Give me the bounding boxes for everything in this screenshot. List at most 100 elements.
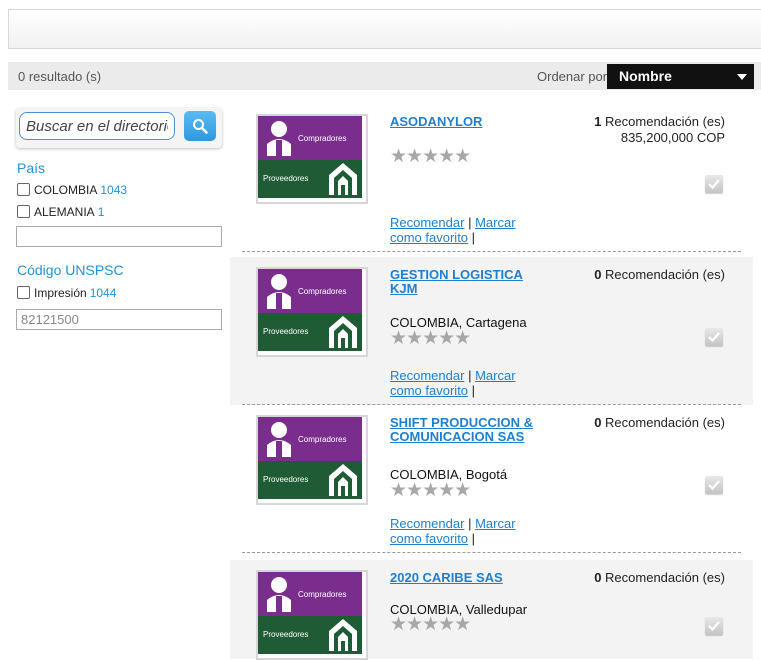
facet-option-label: COLOMBIA bbox=[34, 183, 98, 197]
checkmark-icon bbox=[708, 480, 720, 491]
person-icon bbox=[267, 422, 291, 457]
checkbox[interactable] bbox=[17, 286, 30, 299]
checkbox[interactable] bbox=[17, 183, 30, 196]
house-icon bbox=[329, 464, 357, 496]
logo-suppliers-label: Proveedores bbox=[263, 327, 309, 336]
facet-option-label: ALEMANIA bbox=[34, 205, 95, 219]
company-logo: Compradores Proveedores bbox=[256, 114, 368, 204]
facet-unspsc-title: Código UNSPSC bbox=[17, 262, 124, 278]
recommendation-number: 0 bbox=[594, 570, 602, 585]
logo-buyers-label: Compradores bbox=[298, 435, 347, 444]
logo-suppliers-band: Proveedores bbox=[258, 616, 362, 654]
logo-buyers-band: Compradores bbox=[258, 116, 362, 160]
select-checkbox[interactable] bbox=[705, 175, 723, 193]
recommendation-label: Recomendación (es) bbox=[605, 114, 725, 129]
supplier-card: Compradores Proveedores 2020 CARIBE SAS … bbox=[230, 560, 753, 660]
search-input[interactable] bbox=[19, 112, 175, 140]
facet-country-title: País bbox=[17, 160, 46, 176]
person-icon bbox=[267, 577, 291, 612]
chevron-down-icon bbox=[737, 74, 747, 80]
recommend-link[interactable]: Recomendar bbox=[390, 368, 464, 383]
company-name-link[interactable]: ASODANYLOR bbox=[390, 115, 550, 129]
select-checkbox[interactable] bbox=[705, 328, 723, 346]
company-name-link[interactable]: SHIFT PRODUCCION & COMUNICACION SAS bbox=[390, 416, 550, 444]
logo-buyers-label: Compradores bbox=[298, 590, 347, 599]
recommendation-number: 1 bbox=[594, 114, 602, 129]
rating-stars: ★★★★★ bbox=[390, 614, 471, 635]
logo-buyers-band: Compradores bbox=[258, 269, 362, 313]
recommendation-label: Recomendación (es) bbox=[605, 570, 725, 585]
recommendation-number: 0 bbox=[594, 415, 602, 430]
rating-stars: ★★★★★ bbox=[390, 480, 471, 501]
facet-option-count: 1043 bbox=[100, 183, 128, 197]
results-count: 0 resultado (s) bbox=[18, 69, 102, 84]
link-separator: | bbox=[471, 230, 476, 245]
country-filter-input[interactable] bbox=[16, 226, 222, 247]
directory-search bbox=[16, 108, 222, 148]
card-actions: Recomendar | Marcar como favorito | bbox=[390, 368, 550, 398]
card-actions: Recomendar | Marcar como favorito | bbox=[390, 516, 550, 546]
sort-selected-value: Nombre bbox=[619, 68, 672, 84]
logo-suppliers-band: Proveedores bbox=[258, 461, 362, 499]
facet-option-label: Impresión bbox=[34, 286, 87, 300]
logo-buyers-band: Compradores bbox=[258, 417, 362, 461]
card-divider bbox=[242, 552, 741, 553]
recommendation-count: 0 Recomendación (es) bbox=[594, 267, 725, 282]
link-separator: | bbox=[468, 368, 472, 383]
search-button[interactable] bbox=[184, 111, 216, 141]
sort-select[interactable]: Nombre bbox=[607, 64, 754, 89]
company-logo: Compradores Proveedores bbox=[256, 415, 368, 505]
recommendation-label: Recomendación (es) bbox=[605, 267, 725, 282]
recommendation-label: Recomendación (es) bbox=[605, 415, 725, 430]
logo-suppliers-label: Proveedores bbox=[263, 630, 309, 639]
rating-stars: ★★★★★ bbox=[390, 146, 471, 167]
house-icon bbox=[329, 316, 357, 348]
search-icon bbox=[193, 119, 208, 134]
facet-option-count: 1 bbox=[97, 205, 105, 219]
link-separator: | bbox=[471, 383, 476, 398]
person-icon bbox=[267, 121, 291, 156]
link-separator: | bbox=[468, 516, 472, 531]
link-separator: | bbox=[468, 215, 472, 230]
logo-buyers-label: Compradores bbox=[298, 287, 347, 296]
person-icon bbox=[267, 274, 291, 309]
logo-suppliers-band: Proveedores bbox=[258, 313, 362, 351]
select-checkbox[interactable] bbox=[705, 617, 723, 635]
card-actions: Recomendar | Marcar como favorito | bbox=[390, 215, 550, 245]
checkmark-icon bbox=[708, 332, 720, 343]
recommend-link[interactable]: Recomendar bbox=[390, 516, 464, 531]
company-logo: Compradores Proveedores bbox=[256, 267, 368, 357]
facet-unspsc-option[interactable]: Impresión 1044 bbox=[17, 286, 116, 302]
logo-buyers-label: Compradores bbox=[298, 134, 347, 143]
sort-label: Ordenar por: bbox=[537, 69, 611, 84]
facet-option-count: 1044 bbox=[89, 286, 117, 300]
logo-suppliers-band: Proveedores bbox=[258, 160, 362, 198]
house-icon bbox=[329, 163, 357, 195]
checkmark-icon bbox=[708, 179, 720, 190]
rating-stars: ★★★★★ bbox=[390, 328, 471, 349]
company-name-link[interactable]: 2020 CARIBE SAS bbox=[390, 571, 550, 585]
recommendation-count: 1 Recomendación (es) bbox=[594, 114, 725, 129]
unspsc-filter-input[interactable]: 82121500 bbox=[16, 309, 222, 330]
checkbox[interactable] bbox=[17, 205, 30, 218]
recommendation-count: 0 Recomendación (es) bbox=[594, 570, 725, 585]
logo-buyers-band: Compradores bbox=[258, 572, 362, 616]
supplier-card: Compradores Proveedores GESTION LOGISTIC… bbox=[230, 257, 753, 405]
results-bar: 0 resultado (s) Ordenar por: Nombre bbox=[8, 62, 761, 90]
logo-suppliers-label: Proveedores bbox=[263, 475, 309, 484]
link-separator: | bbox=[471, 531, 476, 546]
card-divider bbox=[242, 251, 741, 252]
recommend-link[interactable]: Recomendar bbox=[390, 215, 464, 230]
supplier-card: Compradores Proveedores ASODANYLOR ★★★★★… bbox=[230, 104, 753, 252]
facet-country-option[interactable]: ALEMANIA 1 bbox=[17, 205, 104, 221]
top-toolbar bbox=[8, 9, 761, 49]
company-name-link[interactable]: GESTION LOGISTICA KJM bbox=[390, 268, 550, 296]
supplier-card: Compradores Proveedores SHIFT PRODUCCION… bbox=[230, 405, 753, 553]
select-checkbox[interactable] bbox=[705, 476, 723, 494]
recommendation-number: 0 bbox=[594, 267, 602, 282]
facet-country-option[interactable]: COLOMBIA 1043 bbox=[17, 183, 127, 199]
company-logo: Compradores Proveedores bbox=[256, 570, 368, 660]
recommendation-count: 0 Recomendación (es) bbox=[594, 415, 725, 430]
contract-amount: 835,200,000 COP bbox=[620, 130, 725, 145]
house-icon bbox=[329, 619, 357, 651]
